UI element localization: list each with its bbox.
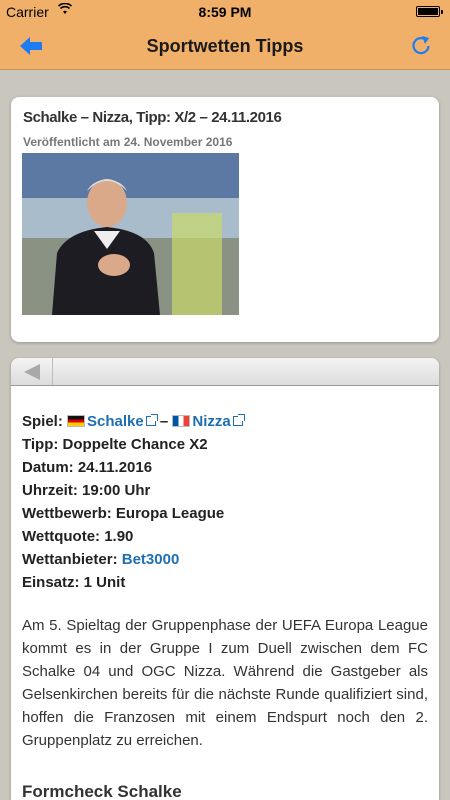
- fact-uhrzeit: Uhrzeit: 19:00 Uhr: [22, 482, 151, 499]
- external-link-icon: [145, 414, 158, 426]
- tip-headline[interactable]: Schalke – Nizza, Tipp: X/2 – 24.11.2016: [23, 109, 282, 126]
- fact-wettquote: Wettquote: 1.90: [22, 528, 134, 545]
- article-paragraph: Am 5. Spieltag der Gruppenphase der UEFA…: [22, 617, 428, 749]
- publish-date: Veröffentlicht am 24. November 2016: [23, 135, 233, 149]
- team-home-link[interactable]: Schalke: [87, 413, 144, 430]
- bookmaker-link[interactable]: Bet3000: [122, 551, 180, 568]
- status-bar: Carrier 8:59 PM: [0, 0, 450, 24]
- status-time: 8:59 PM: [198, 4, 252, 20]
- toolbar-back-button[interactable]: [11, 358, 53, 385]
- article-view: Spiel: Schalke – Nizza Tipp: Doppelte Ch…: [11, 358, 439, 800]
- germany-flag-icon: [67, 415, 86, 427]
- browser-toolbar: [11, 358, 439, 386]
- refresh-icon[interactable]: [410, 34, 432, 56]
- fact-wettbewerb: Wettbewerb: Europa League: [22, 505, 225, 522]
- page-title: Sportwetten Tipps: [146, 36, 304, 56]
- team-away-link[interactable]: Nizza: [192, 413, 230, 430]
- coach-photo: [22, 153, 239, 315]
- fact-wettanbieter: Wettanbieter: Bet3000: [22, 551, 180, 568]
- battery-icon: [416, 6, 443, 17]
- external-link-icon: [232, 414, 245, 426]
- fact-tipp: Tipp: Doppelte Chance X2: [22, 436, 208, 453]
- tip-facts: Spiel: Schalke – Nizza Tipp: Doppelte Ch…: [22, 410, 428, 594]
- fact-datum: Datum: 24.11.2016: [22, 459, 153, 476]
- article-content: Spiel: Schalke – Nizza Tipp: Doppelte Ch…: [22, 410, 428, 800]
- tip-card[interactable]: Schalke – Nizza, Tipp: X/2 – 24.11.2016 …: [11, 97, 439, 342]
- fact-spiel: Spiel: Schalke – Nizza: [22, 410, 428, 433]
- france-flag-icon: [172, 415, 191, 427]
- fact-einsatz: Einsatz: 1 Unit: [22, 574, 126, 591]
- section-heading: Formcheck Schalke: [22, 782, 182, 800]
- navigation-bar: Sportwetten Tipps: [0, 24, 450, 70]
